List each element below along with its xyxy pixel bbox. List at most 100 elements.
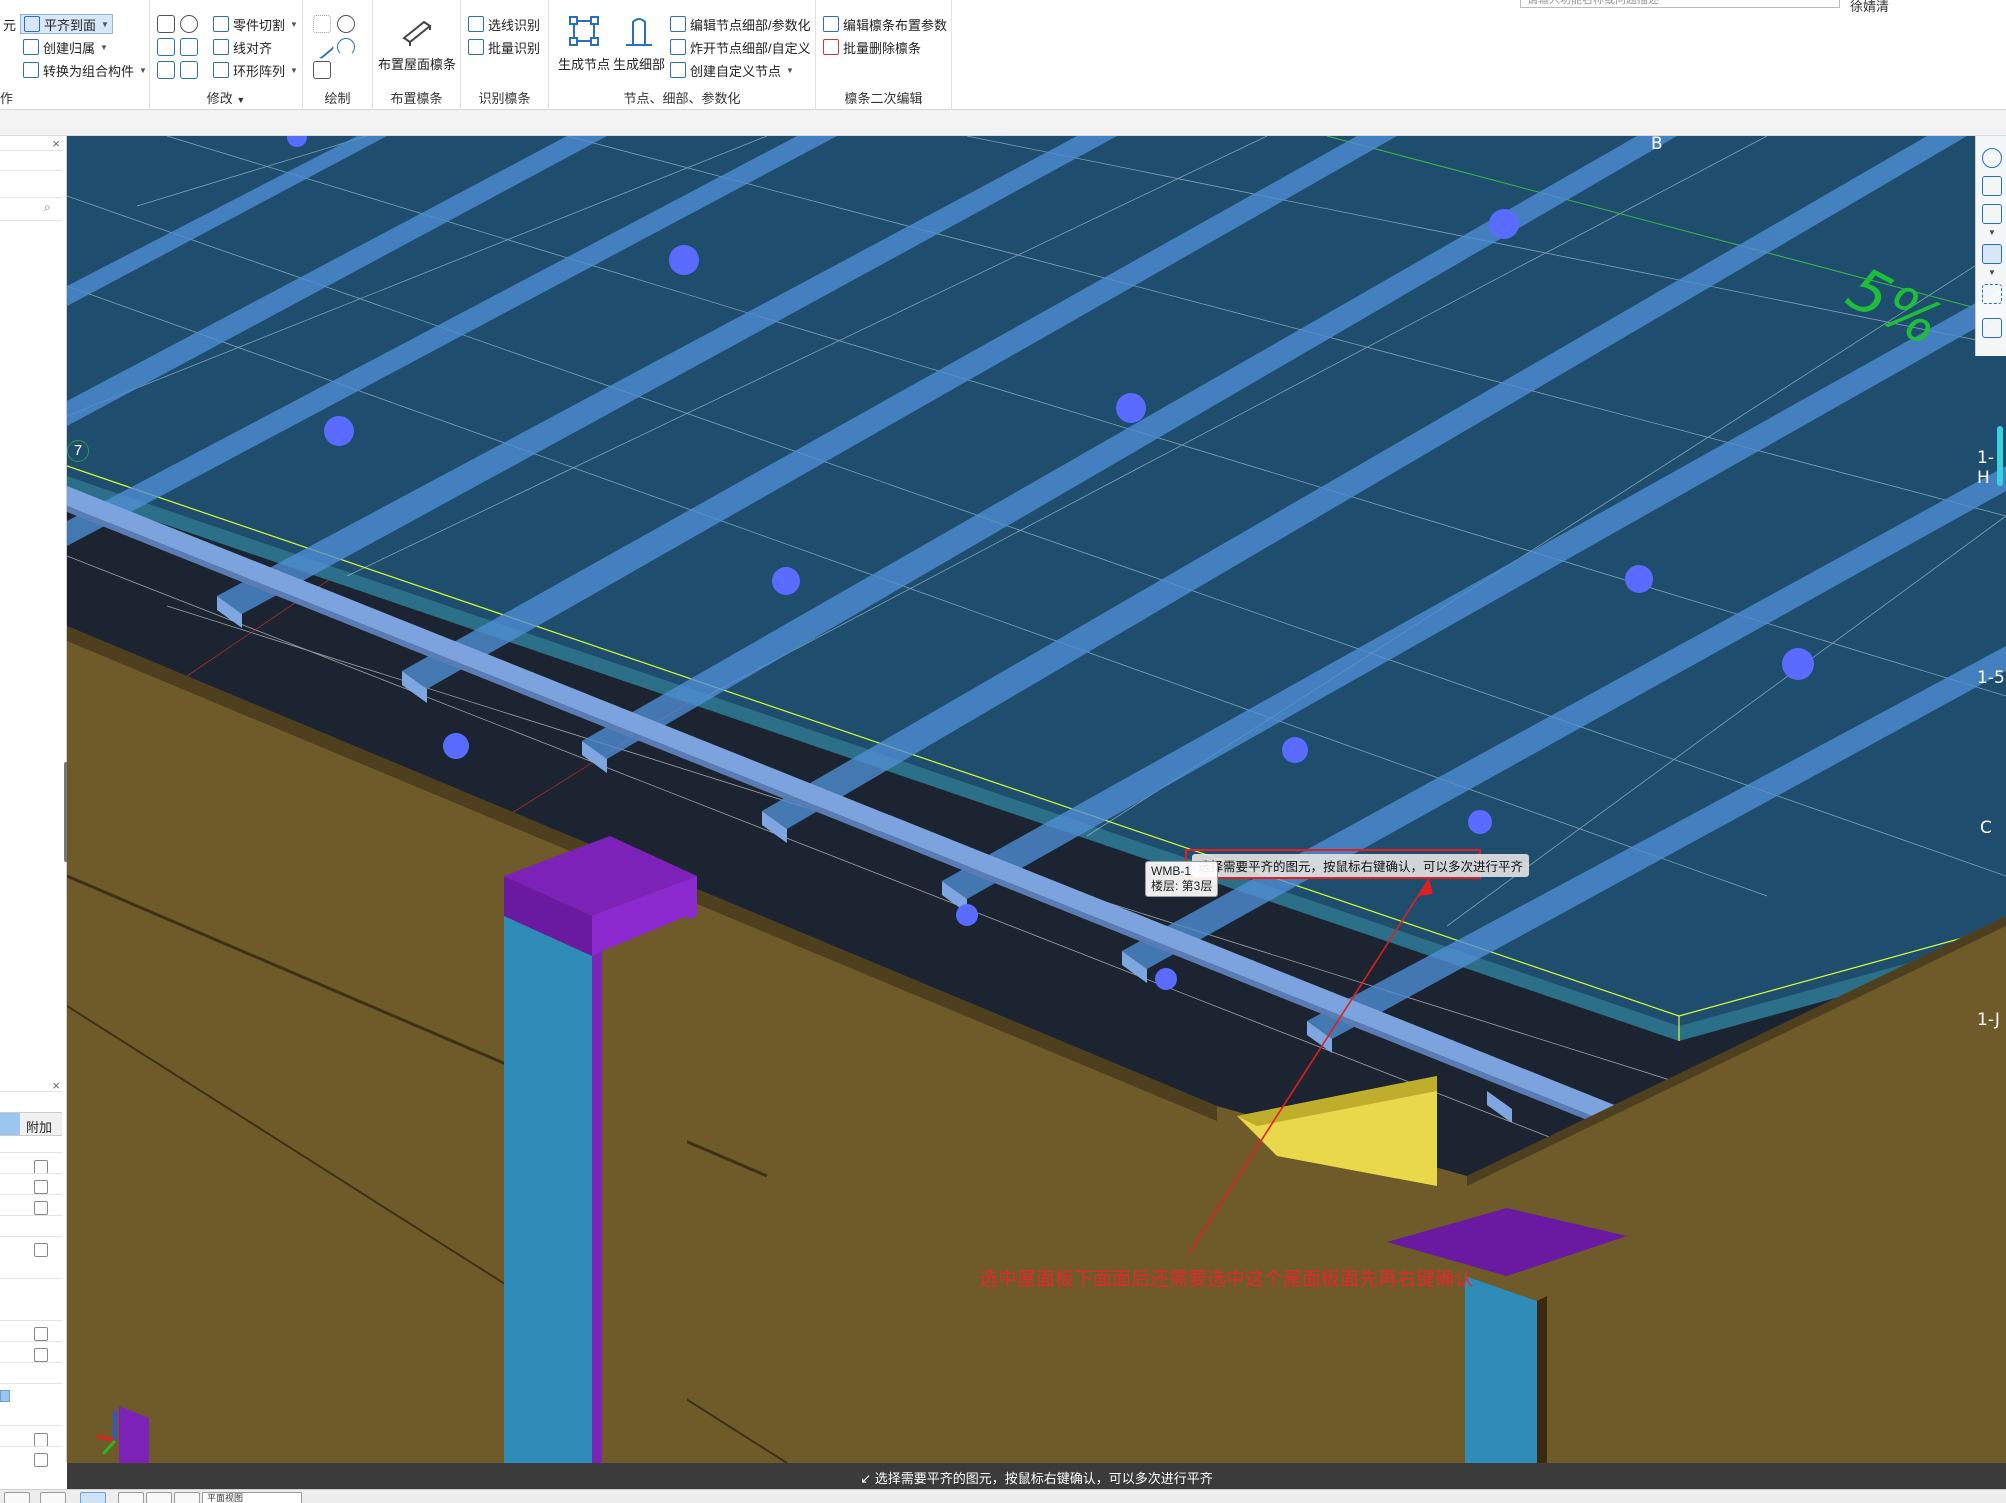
- 3d-view-icon[interactable]: [1982, 204, 2002, 224]
- property-checkbox[interactable]: [34, 1201, 48, 1215]
- panel-divider: [0, 170, 62, 171]
- batch-delete-label: 批量删除檩条: [843, 40, 922, 56]
- layer-icon[interactable]: [146, 1492, 172, 1503]
- ortho-icon[interactable]: [40, 1492, 66, 1503]
- property-checkbox[interactable]: [34, 1327, 48, 1341]
- explode-node-label: 炸开节点细部/自定义: [690, 40, 811, 56]
- batch-identify-icon: [468, 39, 484, 55]
- table-row-divider: [0, 1215, 62, 1216]
- move-icon[interactable]: [157, 61, 175, 79]
- close-icon[interactable]: ×: [52, 136, 60, 151]
- properties-icon[interactable]: [1982, 318, 2002, 338]
- table-row-divider: [0, 1320, 62, 1321]
- panel-divider: [0, 197, 62, 198]
- chevron-down-icon: ▼: [101, 19, 109, 29]
- line-align-button[interactable]: 线对齐: [210, 37, 275, 57]
- arc-icon[interactable]: [337, 38, 355, 56]
- property-checkbox[interactable]: [34, 1433, 48, 1447]
- copy-icon[interactable]: [157, 38, 175, 56]
- group-draw: 绘制: [303, 0, 373, 110]
- search-icon[interactable]: ⌕: [44, 200, 51, 215]
- function-search-input[interactable]: 请输入功能名称或问题描述: [1520, 0, 1840, 8]
- shaded-view-icon[interactable]: [1982, 244, 2002, 264]
- property-checkbox[interactable]: [34, 1160, 48, 1174]
- zoom-extents-icon[interactable]: [1982, 284, 2002, 304]
- property-checkbox[interactable]: [34, 1453, 48, 1467]
- orbit-icon[interactable]: [1982, 148, 2002, 168]
- edit-param-icon: [823, 16, 839, 32]
- axis-label-1-5: 1-5: [1977, 668, 2005, 688]
- offset-icon[interactable]: [180, 61, 198, 79]
- batch-identify-button[interactable]: 批量识别: [465, 37, 543, 57]
- batch-identify-label: 批量识别: [488, 40, 541, 56]
- create-custom-node-button[interactable]: 创建自定义节点 ▼: [667, 60, 797, 80]
- point-icon[interactable]: [313, 15, 331, 33]
- window-select-icon[interactable]: [118, 1492, 144, 1503]
- ring-array-button[interactable]: 环形阵列 ▼: [210, 60, 301, 80]
- group-operation-label: 作: [0, 91, 14, 106]
- layout-roof-purlin-button[interactable]: 布置屋面檩条: [378, 14, 456, 78]
- table-row-divider: [0, 1194, 62, 1195]
- chevron-down-icon[interactable]: ▼: [1988, 268, 1996, 277]
- 2d-view-icon[interactable]: [1982, 176, 2002, 196]
- group-modify-label: 修改 ▼: [206, 91, 246, 106]
- table-row-divider: [0, 1236, 62, 1237]
- attach-column-header: 附加: [26, 1120, 53, 1135]
- chevron-down-icon: ▼: [290, 19, 298, 29]
- hint-bubble: 选择需要平齐的图元，按鼠标右键确认，可以多次进行平齐: [1192, 854, 1530, 877]
- part-cut-button[interactable]: 零件切割 ▼: [210, 14, 301, 34]
- ring-array-label: 环形阵列: [233, 63, 286, 79]
- property-checkbox[interactable]: [34, 1348, 48, 1362]
- edit-node-detail-button[interactable]: 编辑节点细部/参数化: [667, 14, 814, 34]
- sub-toolbar: [0, 110, 2006, 136]
- property-checkbox[interactable]: [34, 1180, 48, 1194]
- select-mode-icon[interactable]: [80, 1492, 106, 1503]
- measure-icon[interactable]: [174, 1492, 200, 1503]
- convert-combo-button[interactable]: 转换为组合构件 ▼: [20, 60, 150, 80]
- rectangle-icon[interactable]: [313, 61, 331, 79]
- color-swatch[interactable]: [0, 1390, 10, 1402]
- group-draw-label: 绘制: [324, 91, 351, 106]
- explode-node-icon: [670, 39, 686, 55]
- detail-icon: [626, 18, 652, 46]
- mirror-icon[interactable]: [180, 38, 198, 56]
- status-bar: ↙ 选择需要平齐的图元，按鼠标右键确认，可以多次进行平齐: [67, 1463, 2006, 1489]
- edit-purlin-param-button[interactable]: 编辑檩条布置参数: [820, 14, 950, 34]
- annotation-note: 选中屋面板下面面后还需要选中这个屋面板面先再右键确认: [979, 1269, 1474, 1290]
- chevron-down-icon: ▼: [290, 65, 298, 75]
- panel-divider: [0, 220, 62, 221]
- explode-node-button[interactable]: 炸开节点细部/自定义: [667, 37, 814, 57]
- delete-icon[interactable]: [157, 15, 175, 33]
- group-purlin-edit-label: 檩条二次编辑: [844, 91, 923, 106]
- group-nodes: 生成节点 生成细部 编辑节点细部/参数化 炸开节点细部/自定义 创建自定义节点: [549, 0, 816, 110]
- convert-combo-icon: [23, 62, 39, 78]
- group-purlin-identify: 选线识别 批量识别 识别檩条: [461, 0, 549, 110]
- table-row-divider: [0, 1362, 62, 1363]
- create-fold-button[interactable]: 创建归属 ▼: [20, 37, 111, 57]
- generate-node-button[interactable]: 生成节点: [556, 14, 612, 78]
- rotate-icon[interactable]: [180, 15, 198, 33]
- align-to-face-button[interactable]: 平齐到面 ▼: [20, 14, 113, 34]
- view-mode-select[interactable]: 平面视图: [202, 1492, 302, 1503]
- selected-column: [0, 1113, 20, 1135]
- create-fold-label: 创建归属: [43, 40, 96, 56]
- user-account[interactable]: 徐婧清: [1850, 0, 1889, 15]
- batch-delete-purlin-button[interactable]: 批量删除檩条: [820, 37, 924, 57]
- select-identify-icon: [468, 16, 484, 32]
- ribbon-toolbar: 请输入功能名称或问题描述 徐婧清 元 平齐到面 ▼ 创建归属 ▼ 转换为组合构件…: [0, 0, 2006, 110]
- group-operation: 元 平齐到面 ▼ 创建归属 ▼ 转换为组合构件 ▼ 作: [0, 0, 150, 110]
- property-checkbox[interactable]: [34, 1243, 48, 1257]
- table-row-divider: [0, 1446, 62, 1447]
- line-icon[interactable]: [309, 34, 335, 60]
- select-line-identify-button[interactable]: 选线识别: [465, 14, 543, 34]
- circle-icon[interactable]: [337, 15, 355, 33]
- roof-purlin-icon: [402, 20, 432, 46]
- chevron-down-icon[interactable]: ▼: [1988, 228, 1996, 237]
- view-scrollbar[interactable]: [1997, 426, 2003, 486]
- generate-detail-button[interactable]: 生成细部: [611, 14, 667, 78]
- cursor-icon: ↙: [860, 1471, 872, 1486]
- panel-divider: [0, 150, 62, 151]
- 3d-viewport[interactable]: B C 7 1-H 1-5 1-J 5% 选择需要平齐的图元，按鼠标右键确认，可…: [67, 136, 2006, 1463]
- table-row-divider: [0, 1425, 62, 1426]
- snap-icon[interactable]: [4, 1492, 30, 1503]
